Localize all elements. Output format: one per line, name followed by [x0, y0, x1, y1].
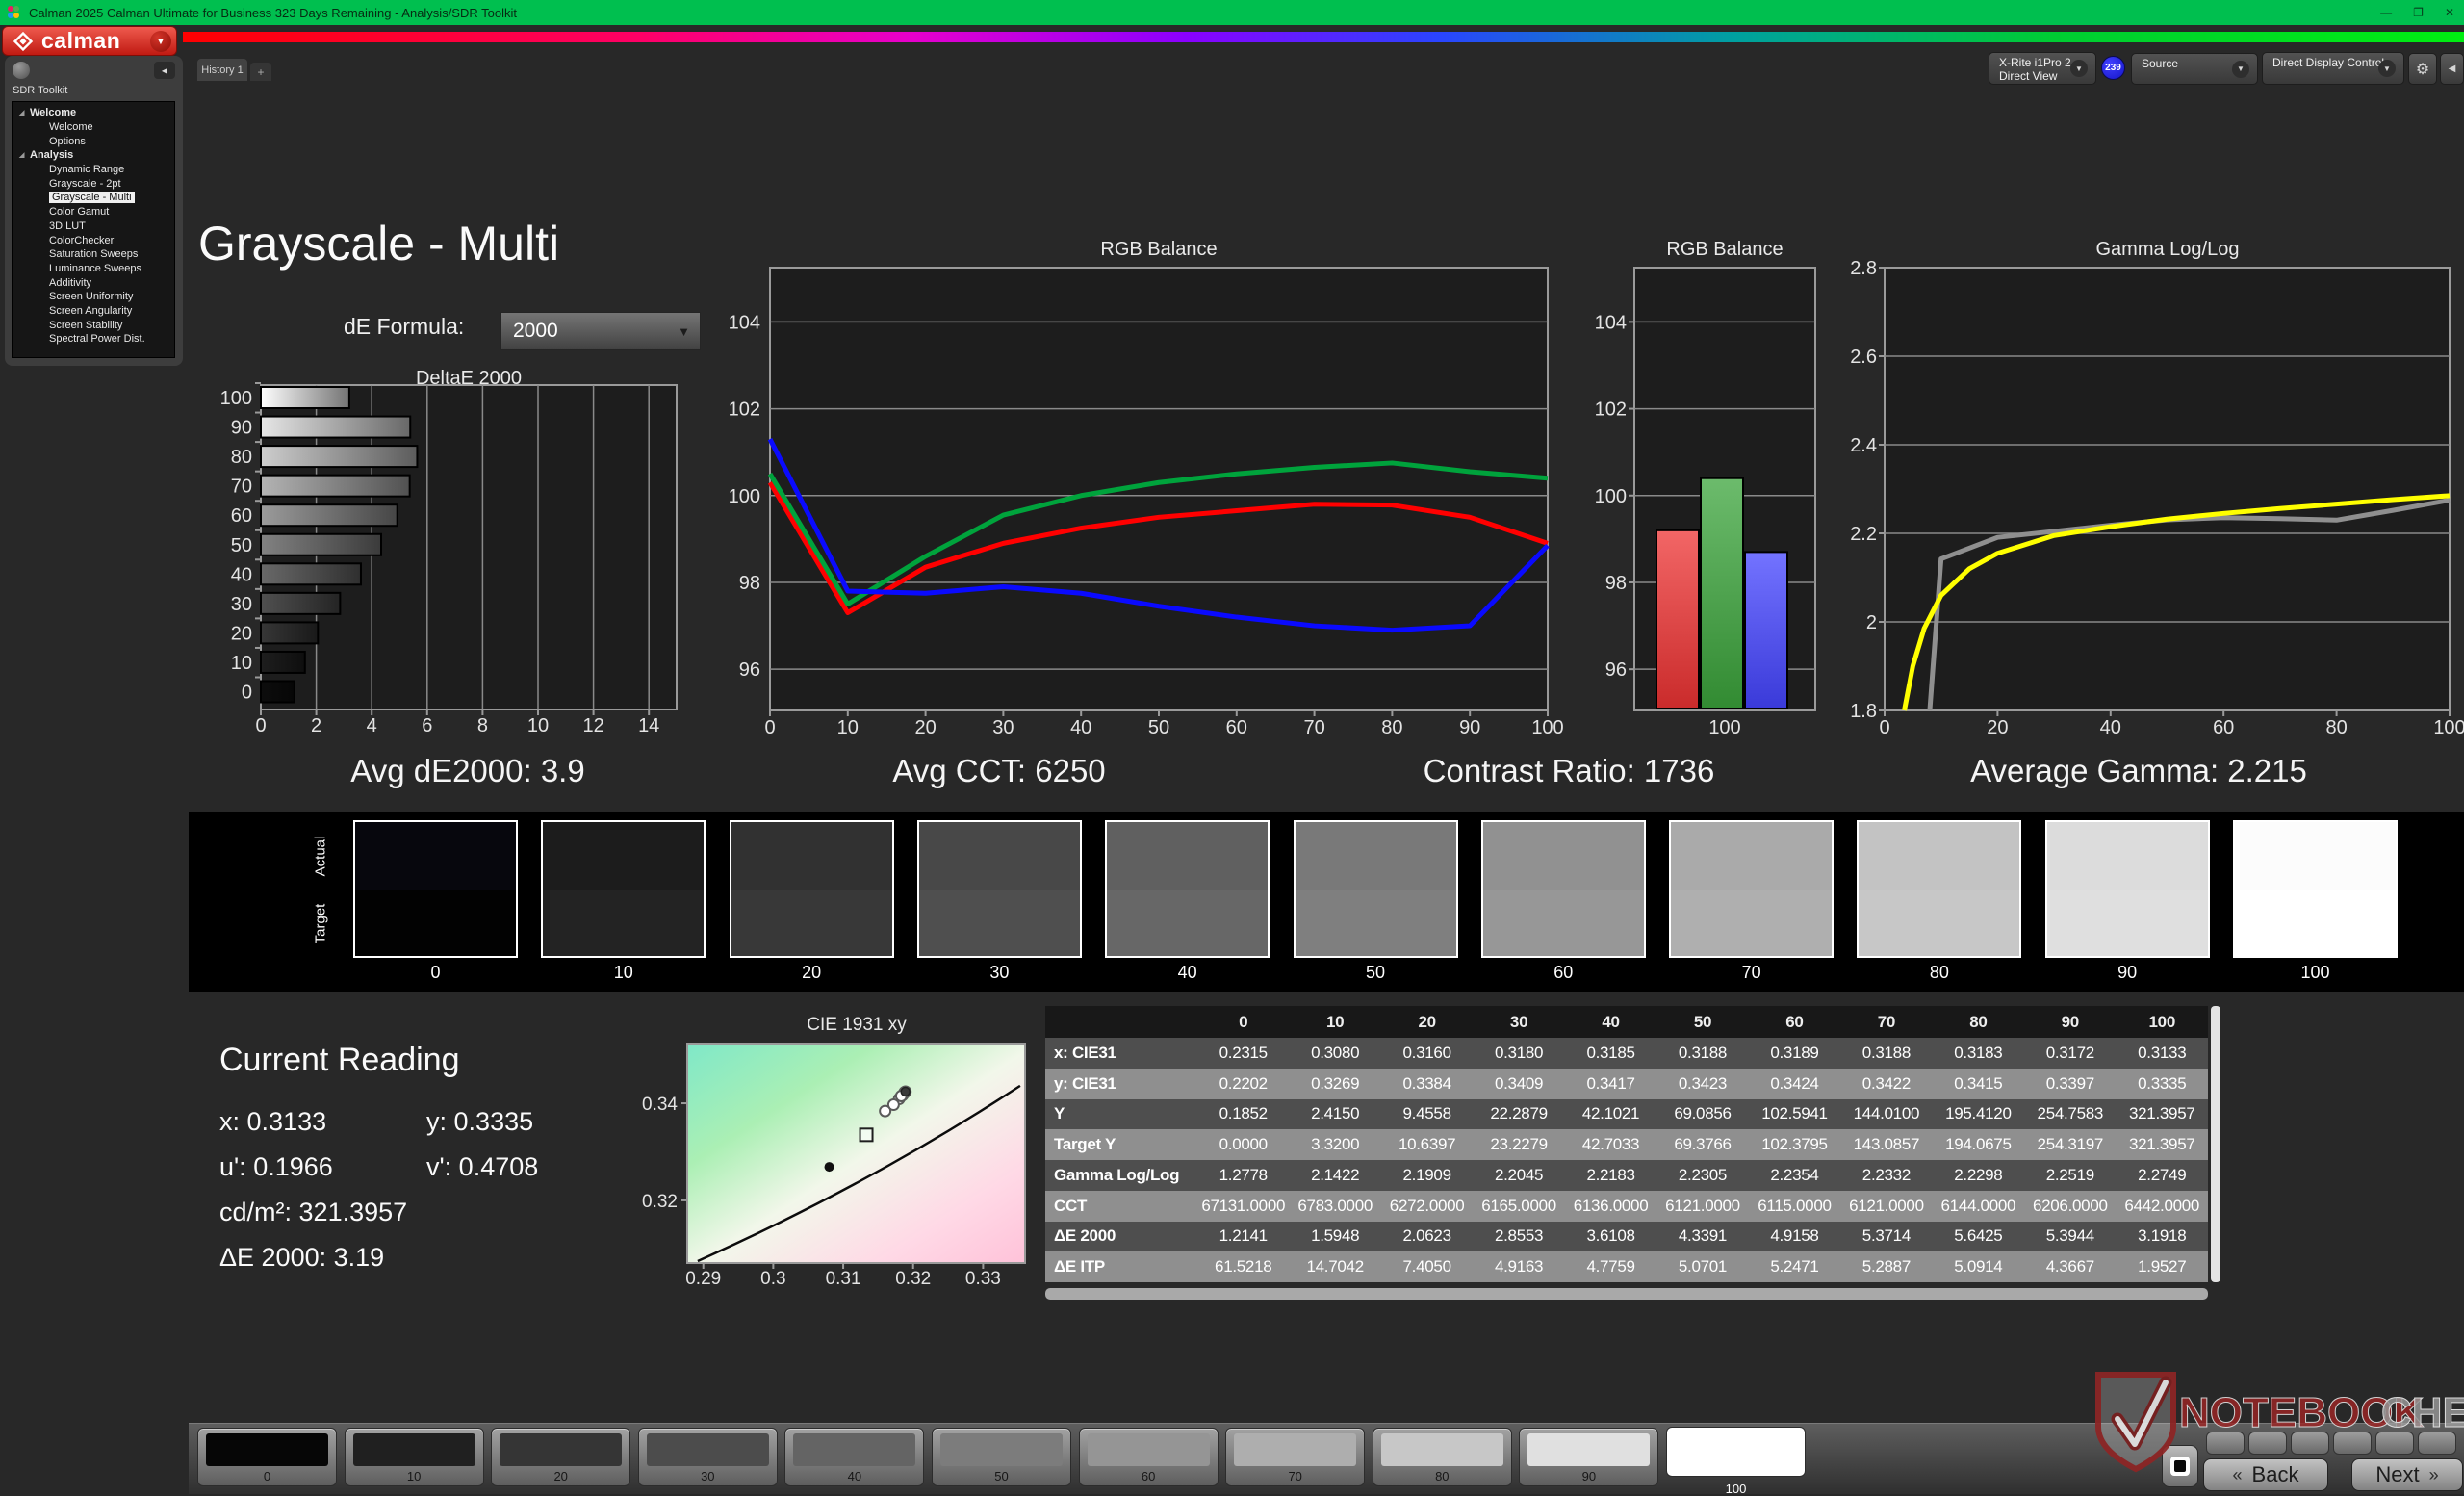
svg-text:60: 60 [2213, 717, 2234, 738]
svg-text:102: 102 [729, 400, 760, 421]
deltae-bar-100 [260, 386, 350, 409]
svg-text:10: 10 [527, 715, 549, 736]
measured-point-filled [900, 1086, 911, 1097]
svg-text:98: 98 [1605, 573, 1627, 594]
svg-text:14: 14 [638, 715, 659, 736]
svg-text:50: 50 [231, 535, 252, 556]
deltae-chart: 10090807060504030201000 2 4 6 8 10 12 14 [220, 382, 678, 736]
svg-text:2.2: 2.2 [1850, 524, 1877, 545]
current-reading-marker [859, 1127, 874, 1143]
svg-text:70: 70 [231, 477, 252, 498]
svg-text:10: 10 [231, 653, 252, 674]
svg-text:4: 4 [367, 715, 377, 736]
svg-text:40: 40 [2100, 717, 2121, 738]
deltae-bar-90 [260, 415, 412, 439]
svg-text:100: 100 [220, 388, 252, 409]
rgb-bar-blue [1744, 551, 1788, 709]
deltae-bar-30 [260, 591, 342, 615]
svg-text:60: 60 [231, 505, 252, 527]
svg-text:10: 10 [837, 717, 859, 738]
rgb-balance-bar-chart: 96 98 100 102 104 100 [1595, 267, 1816, 738]
deltae-bar-80 [260, 445, 419, 469]
svg-text:0: 0 [255, 715, 266, 736]
svg-text:90: 90 [1459, 717, 1480, 738]
svg-text:80: 80 [1381, 717, 1402, 738]
rgb-balance-line-chart: 96 98 100 102 104 0 10 20 30 40 50 60 70 80 90 100 [729, 267, 1564, 738]
svg-text:96: 96 [739, 659, 760, 681]
svg-text:1.8: 1.8 [1850, 701, 1877, 722]
svg-text:0: 0 [764, 717, 775, 738]
svg-text:2.4: 2.4 [1850, 435, 1877, 456]
svg-text:0: 0 [242, 683, 252, 704]
svg-text:102: 102 [1595, 400, 1627, 421]
svg-text:50: 50 [1148, 717, 1169, 738]
svg-text:60: 60 [1226, 717, 1247, 738]
svg-text:6: 6 [422, 715, 432, 736]
deltae-bar-0 [260, 680, 295, 704]
svg-text:0: 0 [1879, 717, 1889, 738]
deltae-bar-20 [260, 621, 320, 645]
svg-text:96: 96 [1605, 659, 1627, 681]
deltae-bar-50 [260, 532, 382, 556]
svg-text:0.3: 0.3 [760, 1269, 785, 1289]
deltae-bar-40 [260, 562, 362, 586]
cie-chart: 0.32 0.34 0.29 0.3 0.31 0.32 0.33 [642, 1043, 1026, 1289]
svg-text:90: 90 [231, 418, 252, 439]
svg-text:0.31: 0.31 [826, 1269, 861, 1289]
svg-text:98: 98 [739, 573, 760, 594]
svg-text:80: 80 [2325, 717, 2347, 738]
gamma-chart: 1.8 2 2.2 2.4 2.6 2.8 0 20 40 60 80 100 [1850, 258, 2464, 738]
svg-text:20: 20 [914, 717, 936, 738]
charts-layer: 10090807060504030201000 2 4 6 8 10 12 149698100… [220, 258, 2464, 1289]
svg-text:12: 12 [582, 715, 603, 736]
deltae-bar-10 [260, 650, 306, 674]
svg-text:104: 104 [729, 312, 760, 333]
svg-text:70: 70 [1303, 717, 1324, 738]
svg-text:2: 2 [311, 715, 321, 736]
svg-text:80: 80 [231, 447, 252, 468]
svg-text:20: 20 [231, 623, 252, 644]
svg-text:0.33: 0.33 [965, 1269, 1001, 1289]
svg-text:20: 20 [1987, 717, 2008, 738]
deltae-bar-70 [260, 474, 411, 498]
svg-text:100: 100 [1595, 486, 1627, 507]
svg-text:8: 8 [477, 715, 488, 736]
svg-text:40: 40 [231, 564, 252, 585]
svg-text:30: 30 [992, 717, 1014, 738]
measured-point-dot [824, 1162, 834, 1173]
svg-text:0.34: 0.34 [642, 1095, 678, 1115]
svg-text:2.6: 2.6 [1850, 347, 1877, 368]
svg-text:2.8: 2.8 [1850, 258, 1877, 279]
svg-text:0.32: 0.32 [642, 1192, 678, 1212]
svg-text:0.29: 0.29 [685, 1269, 721, 1289]
svg-text:100: 100 [1708, 717, 1740, 738]
svg-text:104: 104 [1595, 312, 1627, 333]
rgb-bar-green [1700, 477, 1744, 709]
deltae-bar-60 [260, 503, 398, 528]
svg-text:40: 40 [1070, 717, 1091, 738]
svg-text:2: 2 [1866, 612, 1877, 633]
svg-text:100: 100 [2433, 717, 2464, 738]
svg-text:100: 100 [1531, 717, 1563, 738]
measured-point-ring [886, 1098, 900, 1112]
svg-text:100: 100 [729, 486, 760, 507]
svg-text:0.32: 0.32 [895, 1269, 931, 1289]
svg-text:30: 30 [231, 594, 252, 615]
rgb-bar-red [1656, 529, 1700, 709]
